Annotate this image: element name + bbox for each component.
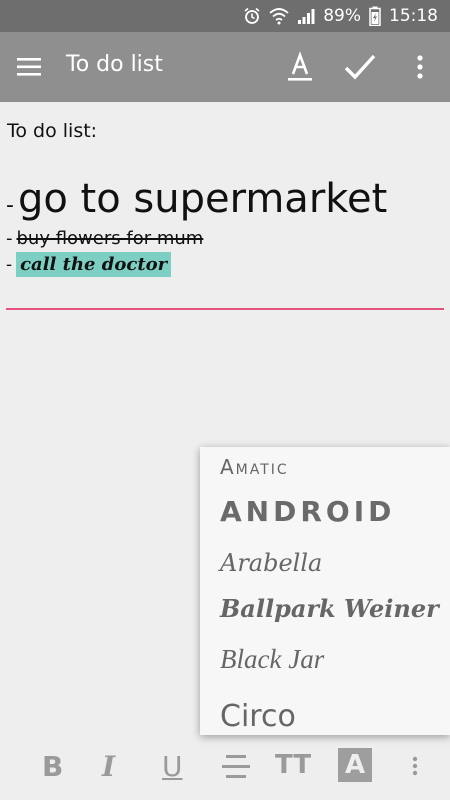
page-title: To do list (66, 52, 163, 77)
signal-icon (297, 7, 315, 25)
text-size-icon[interactable]: TT (275, 750, 311, 782)
text-format-icon[interactable] (283, 50, 317, 84)
font-option-amatic[interactable]: Amatic (220, 455, 289, 479)
list-item-text-highlighted: call the doctor (16, 252, 172, 277)
underline-icon[interactable]: U (162, 750, 194, 783)
status-bar: 89% 15:18 (0, 0, 450, 32)
text-color-icon[interactable]: A (338, 748, 372, 782)
menu-icon[interactable] (16, 54, 42, 80)
more-vert-icon[interactable] (410, 52, 430, 82)
battery-percent: 89% (323, 6, 361, 26)
font-option-ballpark-weiner[interactable]: Ballpark Weiner (220, 594, 439, 623)
list-dash: - (6, 254, 13, 275)
app-bar: To do list (0, 32, 450, 102)
font-menu: Amatic ANDROID Arabella Ballpark Weiner … (200, 447, 450, 735)
list-item[interactable]: - call the doctor (6, 252, 172, 277)
check-icon[interactable] (343, 52, 377, 82)
font-option-black-jar[interactable]: Black Jar (220, 644, 324, 675)
clock: 15:18 (389, 6, 438, 26)
list-item-text: go to supermarket (17, 176, 388, 222)
battery-icon (369, 6, 381, 26)
format-toolbar: B I U TT A (0, 738, 450, 800)
strikethrough-icon[interactable] (220, 750, 252, 782)
more-vert-icon[interactable] (410, 750, 420, 782)
alarm-icon (243, 7, 261, 25)
font-option-arabella[interactable]: Arabella (220, 549, 322, 577)
list-item[interactable]: - buy flowers for mum (6, 228, 203, 249)
list-item-text-strikethrough: buy flowers for mum (16, 228, 204, 249)
list-dash: - (6, 193, 14, 218)
list-dash: - (6, 228, 13, 249)
wifi-icon (269, 7, 289, 25)
font-option-android[interactable]: ANDROID (220, 495, 395, 528)
list-item[interactable]: - go to supermarket (6, 176, 387, 222)
text-cursor-line (6, 308, 444, 310)
italic-icon[interactable]: I (102, 750, 134, 783)
bold-icon[interactable]: B (42, 750, 74, 783)
note-heading: To do list: (7, 120, 98, 142)
font-option-circo[interactable]: Circo (220, 699, 296, 734)
